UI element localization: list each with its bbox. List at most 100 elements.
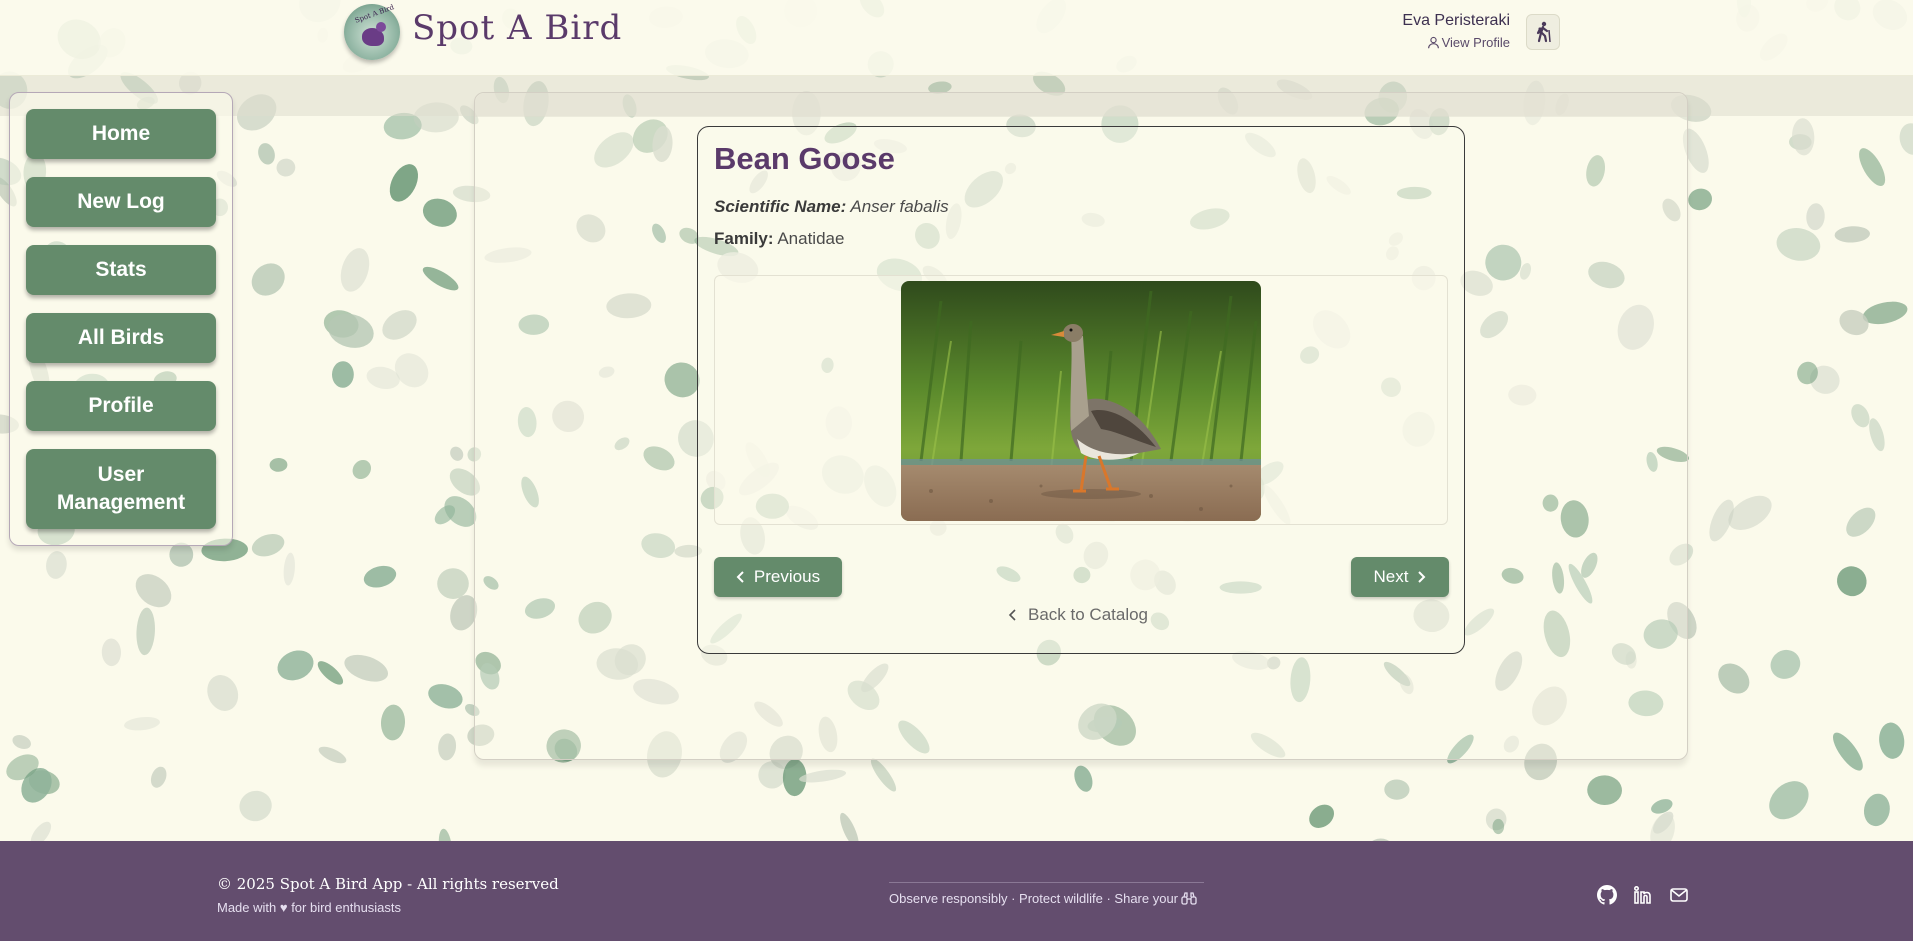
speckle <box>135 574 172 608</box>
app-title[interactable]: Spot A Bird <box>412 8 622 48</box>
user-name: Eva Peristeraki <box>1402 12 1510 29</box>
speckle <box>1384 779 1410 800</box>
speckle <box>251 534 285 557</box>
speckle <box>1769 781 1809 820</box>
speckle <box>1074 765 1093 792</box>
footer-copyright: © 2025 Spot A Bird App - All rights rese… <box>217 875 559 893</box>
speckle <box>101 638 122 667</box>
speckle <box>340 248 370 292</box>
chevron-left-icon <box>736 571 744 583</box>
app-header: Spot A Bird Spot A Bird Eva Peristeraki … <box>0 0 1913 76</box>
hiker-icon <box>1536 21 1551 43</box>
speckle <box>328 313 374 348</box>
speckle <box>28 770 60 795</box>
family-value: Anatidae <box>777 229 845 248</box>
view-profile-label: View Profile <box>1441 35 1510 50</box>
family-label: Family: <box>714 229 774 248</box>
github-link[interactable] <box>1596 884 1618 906</box>
back-to-catalog-link[interactable]: Back to Catalog <box>1008 605 1148 625</box>
scientific-name-label: Scientific Name: <box>714 197 847 216</box>
speckle <box>438 733 457 761</box>
sidebar-item-home[interactable]: Home <box>26 109 216 159</box>
speckle <box>331 361 354 388</box>
footer-tagline-row: Observe responsibly · Protect wildlife ·… <box>889 882 1204 906</box>
speckle <box>450 446 464 461</box>
speckle <box>269 457 288 472</box>
previous-button[interactable]: Previous <box>714 557 842 597</box>
email-link[interactable] <box>1668 884 1690 906</box>
speckle <box>1688 188 1713 211</box>
family-row: Family: Anatidae <box>714 229 844 249</box>
speckle <box>870 758 897 792</box>
speckle <box>21 768 52 803</box>
speckle <box>1837 566 1867 597</box>
sidebar-item-new-log[interactable]: New Log <box>26 177 216 227</box>
previous-label: Previous <box>753 567 821 586</box>
speckle <box>1851 404 1870 428</box>
speckle <box>46 551 67 579</box>
speckle <box>1846 507 1876 537</box>
speckle <box>1797 361 1818 385</box>
speckle <box>389 164 419 202</box>
next-label: Next <box>1373 567 1409 586</box>
bird-photo <box>901 281 1261 521</box>
speckle <box>136 607 155 656</box>
main-panel-band <box>475 93 1687 117</box>
speckle <box>1862 301 1908 325</box>
sidebar-item-all-birds[interactable]: All Birds <box>26 313 216 363</box>
speckle <box>124 716 160 731</box>
speckle <box>12 734 31 750</box>
footer-social-links <box>1596 884 1690 906</box>
next-button[interactable]: Next <box>1351 557 1449 597</box>
speckle <box>352 459 372 480</box>
speckle <box>799 769 847 783</box>
speckle <box>1899 123 1913 155</box>
speckle <box>1709 499 1734 542</box>
speckle <box>258 143 275 165</box>
speckle <box>394 353 429 388</box>
bird-detail-card: Bean Goose Scientific Name: Anser fabali… <box>697 126 1465 654</box>
github-icon <box>1597 885 1617 905</box>
speckle <box>207 675 239 711</box>
speckle <box>6 754 39 781</box>
linkedin-link[interactable] <box>1632 884 1654 906</box>
speckle <box>277 650 314 681</box>
chevron-right-icon <box>1418 571 1426 583</box>
speckle <box>422 266 459 291</box>
speckle <box>150 766 167 788</box>
speckle <box>782 759 807 797</box>
binoculars-icon <box>1181 892 1197 905</box>
speckle <box>1728 495 1772 530</box>
speckle <box>1718 663 1750 694</box>
speckle <box>1879 722 1905 759</box>
sidebar-item-stats[interactable]: Stats <box>26 245 216 295</box>
speckle <box>1792 118 1815 156</box>
speckle <box>1834 226 1870 243</box>
speckle <box>239 790 272 822</box>
speckle <box>758 761 786 789</box>
app-logo[interactable]: Spot A Bird <box>344 3 400 60</box>
speckle <box>1832 732 1863 771</box>
goose-illustration <box>901 281 1261 521</box>
view-profile-link[interactable]: View Profile <box>1380 35 1510 50</box>
sidebar-item-user-management[interactable]: User Management <box>26 449 216 529</box>
back-to-catalog-label: Back to Catalog <box>1028 605 1149 624</box>
speckle <box>1485 808 1507 831</box>
hiker-button[interactable] <box>1526 14 1560 50</box>
speckle <box>363 565 397 588</box>
speckle <box>1869 418 1885 452</box>
speckle <box>1810 365 1840 394</box>
speckle <box>1806 203 1825 231</box>
user-icon <box>1427 36 1439 49</box>
speckle <box>382 310 417 340</box>
scientific-name-value: Anser fabalis <box>850 197 949 216</box>
chevron-left-icon <box>1008 609 1016 621</box>
sidebar-item-profile[interactable]: Profile <box>26 381 216 431</box>
mail-icon <box>1670 888 1688 902</box>
speckle <box>428 684 463 709</box>
speckle <box>422 198 457 227</box>
sidebar-nav: Home New Log Stats All Birds Profile Use… <box>9 92 233 546</box>
bird-name: Bean Goose <box>714 141 895 176</box>
speckle <box>323 310 359 338</box>
bird-logo-icon <box>362 22 386 46</box>
